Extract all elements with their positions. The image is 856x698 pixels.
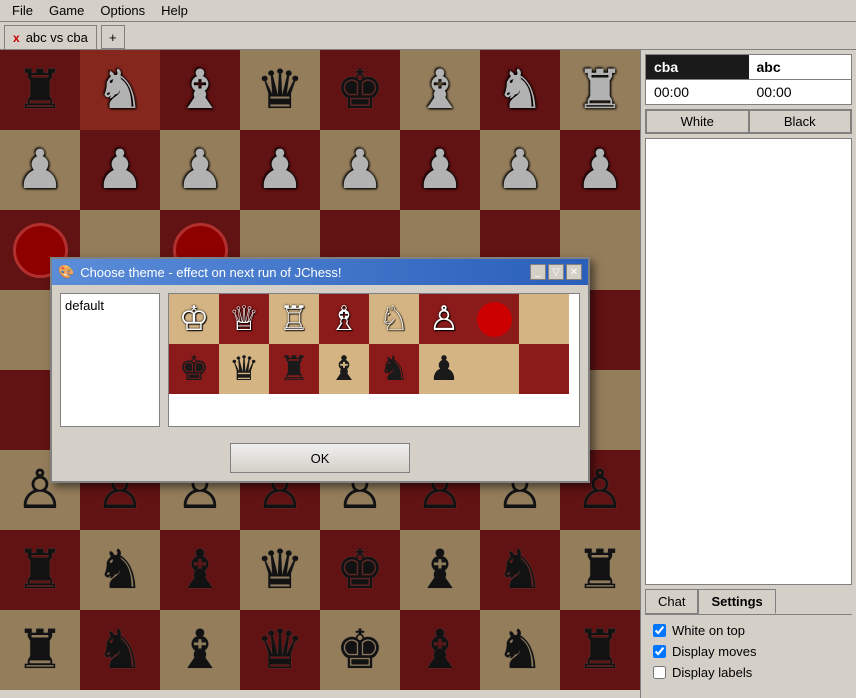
- white-on-top-checkbox[interactable]: [653, 624, 666, 637]
- tab-bar: x abc vs cba +: [0, 22, 856, 50]
- player-name-black: abc: [749, 55, 852, 79]
- display-moves-row: Display moves: [653, 644, 844, 659]
- tab-title: abc vs cba: [26, 30, 88, 45]
- player-timer-white: 00:00: [646, 79, 749, 104]
- dialog-title-left: 🎨 Choose theme - effect on next run of J…: [58, 264, 342, 280]
- tab-close-icon[interactable]: x: [13, 31, 20, 45]
- dialog-ok-button[interactable]: OK: [230, 443, 410, 473]
- preview-cell-top-2: ♖: [269, 294, 319, 344]
- color-labels: White Black: [645, 109, 852, 134]
- move-list: [645, 138, 852, 585]
- dialog-content: default ♔♕♖♗♘♙ ♚♛♜♝♞♟: [52, 285, 588, 435]
- settings-panel: White on top Display moves Display label…: [645, 615, 852, 694]
- preview-cell-top-1: ♕: [219, 294, 269, 344]
- side-panel: cba abc 00:00 00:00 White Black Chat Set…: [640, 50, 856, 698]
- dialog-title-text: Choose theme - effect on next run of JCh…: [80, 265, 341, 280]
- dialog-minimize-button[interactable]: _: [530, 264, 546, 280]
- preview-cell-bottom-5: ♟: [419, 344, 469, 394]
- white-on-top-label: White on top: [672, 623, 745, 638]
- display-labels-row: Display labels: [653, 665, 844, 680]
- dialog-overlay: 🎨 Choose theme - effect on next run of J…: [0, 50, 640, 690]
- dialog-close-button[interactable]: ✕: [566, 264, 582, 280]
- display-labels-checkbox[interactable]: [653, 666, 666, 679]
- preview-cell-bottom-1: ♛: [219, 344, 269, 394]
- menu-options[interactable]: Options: [92, 1, 153, 20]
- player-timer-black: 00:00: [749, 79, 852, 104]
- player-name-white: cba: [646, 55, 749, 79]
- white-label: White: [646, 110, 749, 133]
- preview-cell-top-5: ♙: [419, 294, 469, 344]
- display-moves-label: Display moves: [672, 644, 757, 659]
- theme-dialog: 🎨 Choose theme - effect on next run of J…: [50, 257, 590, 483]
- menu-help[interactable]: Help: [153, 1, 196, 20]
- menu-file[interactable]: File: [4, 1, 41, 20]
- tab-chat[interactable]: Chat: [645, 589, 698, 614]
- preview-cell-top-3: ♗: [319, 294, 369, 344]
- dialog-restore-button[interactable]: ▽: [548, 264, 564, 280]
- preview-cell-bottom-6: [469, 344, 519, 394]
- tab-settings[interactable]: Settings: [698, 589, 775, 614]
- preview-cell-top-6: [469, 294, 519, 344]
- theme-item-default[interactable]: default: [65, 298, 155, 313]
- theme-preview: ♔♕♖♗♘♙ ♚♛♜♝♞♟: [168, 293, 580, 427]
- tab-add-button[interactable]: +: [101, 25, 125, 49]
- display-moves-checkbox[interactable]: [653, 645, 666, 658]
- player-info: cba abc 00:00 00:00: [645, 54, 852, 105]
- menu-game[interactable]: Game: [41, 1, 92, 20]
- preview-cell-bottom-4: ♞: [369, 344, 419, 394]
- theme-list[interactable]: default: [60, 293, 160, 427]
- preview-cell-bottom-2: ♜: [269, 344, 319, 394]
- preview-cell-bottom-7: [519, 344, 569, 394]
- tab-game[interactable]: x abc vs cba: [4, 25, 97, 49]
- bottom-tabs: Chat Settings: [645, 589, 852, 615]
- preview-cell-bottom-3: ♝: [319, 344, 369, 394]
- chess-board-container: ♜♞♝♛♚♝♞♜♟♟♟♟♟♟♟♟♙♙♙♙♙♙♙♙♜♞♝♛♚♝♞♜♜♞♝♛♚♝♞♜…: [0, 50, 640, 690]
- preview-cell-top-7: [519, 294, 569, 344]
- preview-cell-top-4: ♘: [369, 294, 419, 344]
- white-on-top-row: White on top: [653, 623, 844, 638]
- dialog-title-bar: 🎨 Choose theme - effect on next run of J…: [52, 259, 588, 285]
- dialog-title-controls: _ ▽ ✕: [530, 264, 582, 280]
- dialog-icon: 🎨: [58, 264, 74, 280]
- display-labels-label: Display labels: [672, 665, 752, 680]
- preview-cell-bottom-0: ♚: [169, 344, 219, 394]
- black-label: Black: [749, 110, 852, 133]
- main-content: ♜♞♝♛♚♝♞♜♟♟♟♟♟♟♟♟♙♙♙♙♙♙♙♙♜♞♝♛♚♝♞♜♜♞♝♛♚♝♞♜…: [0, 50, 856, 698]
- dialog-footer: OK: [52, 435, 588, 481]
- menu-bar: File Game Options Help: [0, 0, 856, 22]
- preview-cell-top-0: ♔: [169, 294, 219, 344]
